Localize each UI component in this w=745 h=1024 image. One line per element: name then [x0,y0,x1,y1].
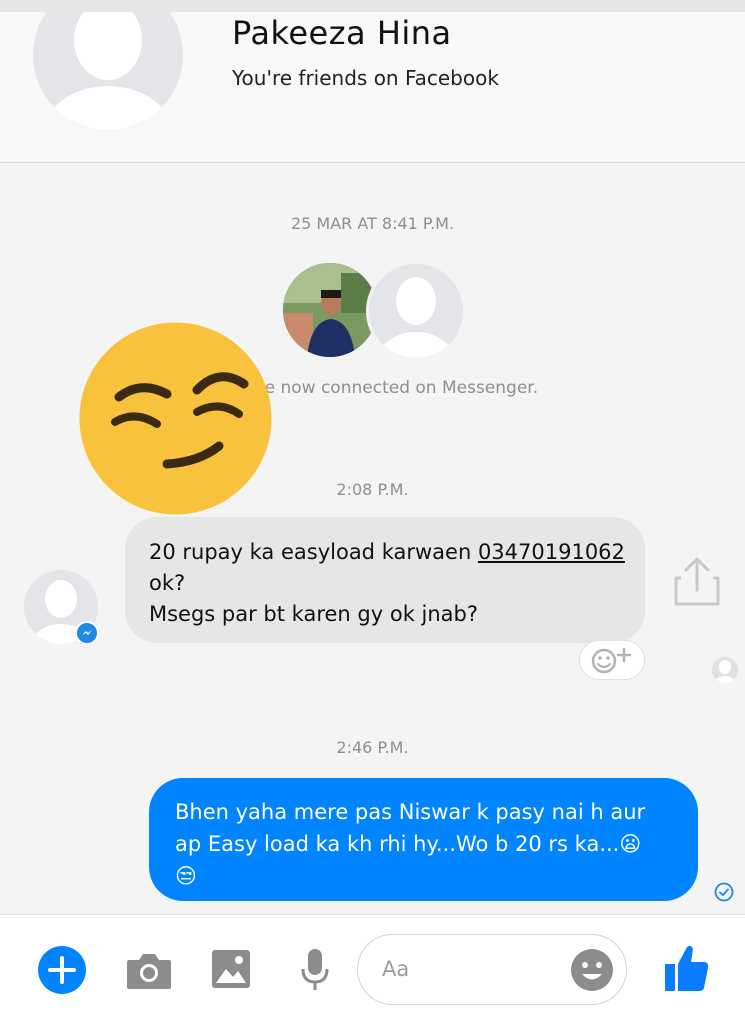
profile-photo [283,263,377,357]
phone-number-link[interactable]: 03470191062 [478,540,625,564]
message-line: ok? [149,571,186,595]
message-input[interactable]: Aa [357,934,627,1005]
message-composer: Aa [0,914,745,1024]
status-bar [0,0,745,12]
timestamp: 2:08 P.M. [336,480,409,499]
timestamp: 25 MAR AT 8:41 P.M. [290,214,455,233]
microphone-icon[interactable] [300,948,330,992]
add-reaction-icon [591,647,632,674]
message-line: 😒 [175,864,197,888]
input-placeholder: Aa [382,957,410,981]
message-line: ap Easy load ka kh rhi hy...Wo b 20 rs k… [175,832,642,856]
add-reaction-button[interactable] [579,640,645,680]
default-avatar-icon [712,657,738,683]
contact-small-avatar [366,261,466,361]
conversation-header: Pakeeza Hina You're friends on Facebook [0,12,745,163]
message-line: Bhen yaha mere pas Niswar k pasy nai h a… [175,800,646,824]
message-text: 20 rupay ka easyload karwaen [149,540,478,564]
image-icon[interactable] [211,949,251,989]
incoming-message-bubble[interactable]: 20 rupay ka easyload karwaen 03470191062… [125,517,645,643]
plus-icon[interactable] [37,945,87,995]
delivered-check-icon [714,882,734,902]
messenger-badge-icon [75,621,99,645]
smiley-icon[interactable] [570,948,614,992]
camera-icon[interactable] [126,952,172,990]
message-line: Msegs par bt karen gy ok jnab? [149,602,479,626]
contact-avatar[interactable] [33,12,183,130]
seen-by-avatar [712,657,738,683]
share-icon[interactable] [672,556,722,608]
friend-status: You're friends on Facebook [232,66,499,90]
thumbs-up-icon[interactable] [664,943,710,993]
user-photo-avatar [281,261,379,359]
outgoing-message-bubble[interactable]: Bhen yaha mere pas Niswar k pasy nai h a… [149,778,698,901]
message-line: 20 rupay ka easyload karwaen 03470191062 [149,537,625,568]
default-avatar-icon [33,12,183,130]
connected-notice: re now connected on Messenger. [258,378,539,398]
default-avatar-icon [369,264,463,358]
messenger-bolt-icon [82,630,92,635]
timestamp: 2:46 P.M. [336,738,409,757]
contact-name: Pakeeza Hina [232,14,452,52]
